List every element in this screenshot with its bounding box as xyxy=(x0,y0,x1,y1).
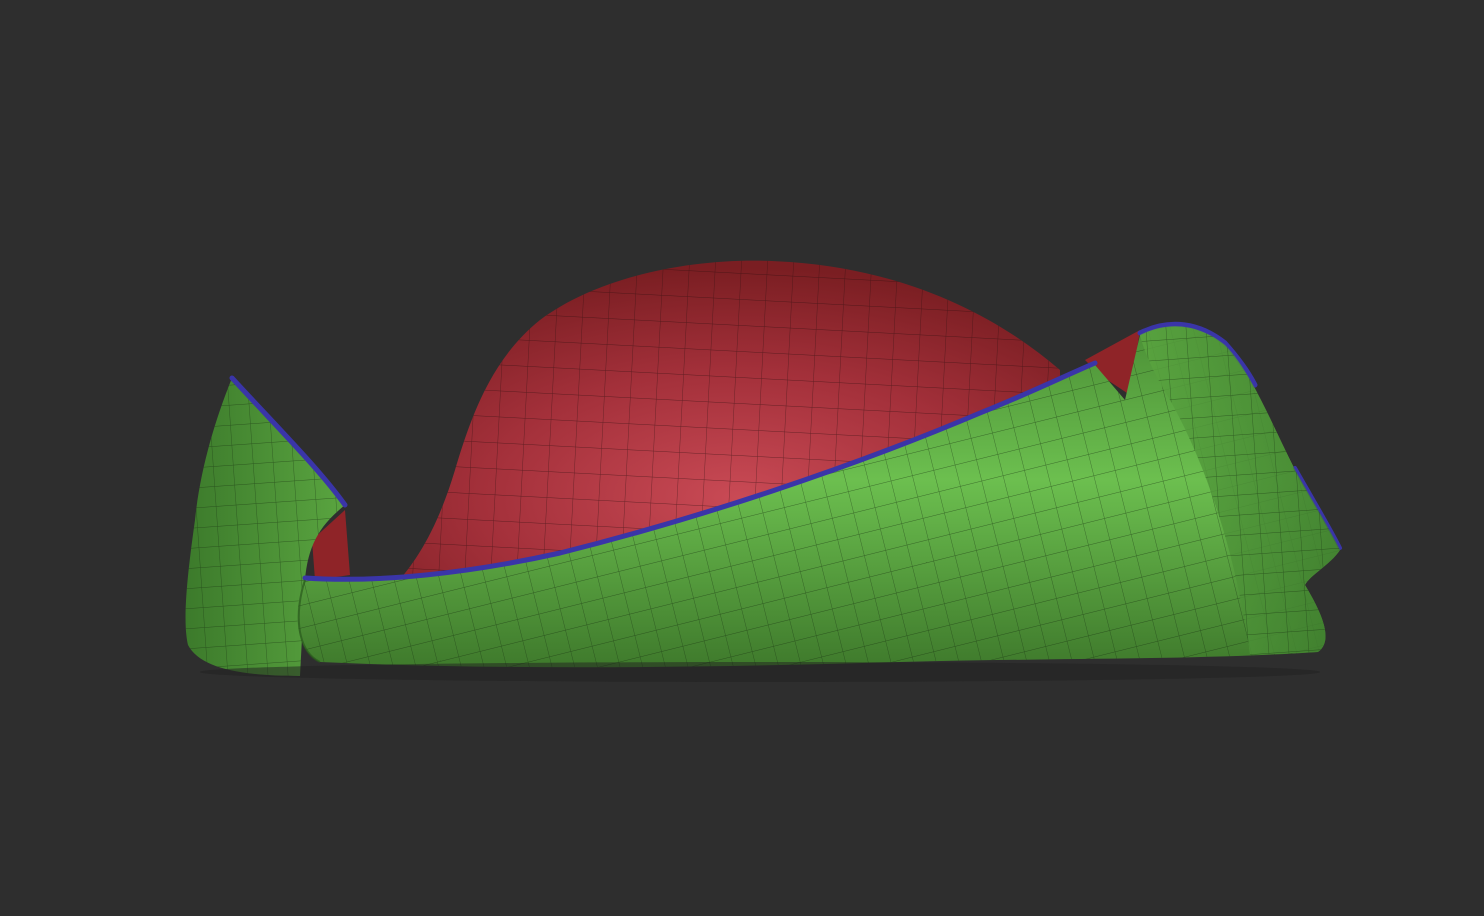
3d-viewport[interactable] xyxy=(0,0,1484,916)
model-render xyxy=(185,260,1342,682)
ground-shadow xyxy=(200,662,1320,682)
